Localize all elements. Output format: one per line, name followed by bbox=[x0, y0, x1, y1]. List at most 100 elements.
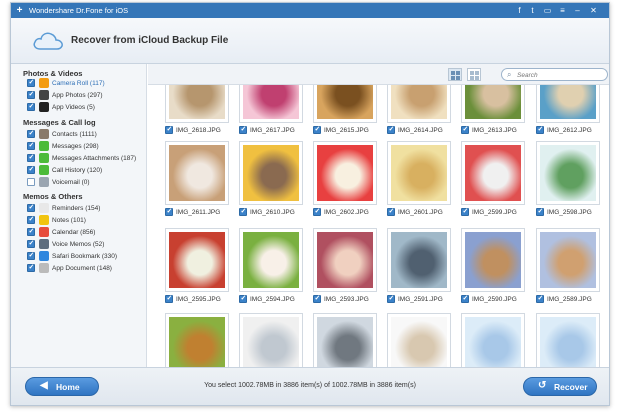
photo-checkbox[interactable] bbox=[461, 294, 469, 303]
sidebar-item[interactable]: Voice Memos (52) bbox=[27, 239, 145, 250]
photo-item[interactable]: IMG_2595.JPG bbox=[165, 228, 237, 314]
photo-thumbnail[interactable] bbox=[387, 141, 451, 205]
sidebar-checkbox[interactable] bbox=[27, 203, 35, 212]
photo-thumbnail[interactable] bbox=[165, 85, 229, 123]
sidebar-checkbox[interactable] bbox=[27, 165, 35, 174]
sidebar-item[interactable]: Messages (298) bbox=[27, 141, 145, 152]
search-input[interactable] bbox=[517, 70, 605, 80]
photo-item[interactable]: IMG_2610.JPG bbox=[239, 141, 311, 227]
sidebar-checkbox[interactable] bbox=[27, 239, 35, 248]
sidebar-checkbox[interactable] bbox=[27, 102, 35, 111]
photo-item[interactable] bbox=[536, 313, 608, 367]
photo-checkbox[interactable] bbox=[461, 207, 469, 216]
photo-item[interactable]: IMG_2602.JPG bbox=[313, 141, 385, 227]
recover-button[interactable]: ↺ Recover bbox=[523, 377, 597, 396]
home-button[interactable]: ◀ Home bbox=[25, 377, 99, 396]
photo-thumbnail[interactable] bbox=[387, 313, 451, 367]
photo-thumbnail[interactable] bbox=[461, 85, 525, 123]
chat-icon[interactable]: ▭ bbox=[543, 6, 552, 15]
minimize-icon[interactable]: – bbox=[573, 6, 582, 15]
photo-checkbox[interactable] bbox=[313, 294, 321, 303]
photo-checkbox[interactable] bbox=[536, 294, 544, 303]
photo-thumbnail[interactable] bbox=[165, 228, 229, 292]
sidebar-item[interactable]: App Document (148) bbox=[27, 263, 145, 274]
photo-item[interactable] bbox=[165, 313, 237, 367]
sidebar-item[interactable]: Call History (120) bbox=[27, 165, 145, 176]
sidebar-checkbox[interactable] bbox=[27, 78, 35, 87]
photo-item[interactable]: IMG_2593.JPG bbox=[313, 228, 385, 314]
photo-item[interactable]: IMG_2589.JPG bbox=[536, 228, 608, 314]
photo-checkbox[interactable] bbox=[313, 207, 321, 216]
photo-thumbnail[interactable] bbox=[536, 313, 600, 367]
sidebar-item[interactable]: Safari Bookmark (330) bbox=[27, 251, 145, 262]
photo-checkbox[interactable] bbox=[461, 125, 469, 134]
photo-item[interactable]: IMG_2599.JPG bbox=[461, 141, 533, 227]
sidebar-checkbox[interactable] bbox=[27, 90, 35, 99]
photo-item[interactable] bbox=[461, 313, 533, 367]
photo-thumbnail[interactable] bbox=[461, 228, 525, 292]
photo-item[interactable]: IMG_2612.JPG bbox=[536, 85, 608, 145]
sidebar-checkbox[interactable] bbox=[27, 153, 35, 162]
photo-thumbnail[interactable] bbox=[461, 141, 525, 205]
photo-thumbnail[interactable] bbox=[536, 141, 600, 205]
list-view-button[interactable] bbox=[467, 68, 481, 81]
photo-checkbox[interactable] bbox=[239, 207, 247, 216]
sidebar-item[interactable]: Reminders (154) bbox=[27, 203, 145, 214]
photo-thumbnail[interactable] bbox=[536, 228, 600, 292]
photo-thumbnail[interactable] bbox=[165, 313, 229, 367]
menu-icon[interactable]: ≡ bbox=[558, 6, 567, 15]
photo-thumbnail[interactable] bbox=[387, 85, 451, 123]
sidebar-checkbox[interactable] bbox=[27, 251, 35, 260]
sidebar-checkbox[interactable] bbox=[27, 141, 35, 150]
sidebar-item[interactable]: Voicemail (0) bbox=[27, 177, 145, 188]
photo-thumbnail[interactable] bbox=[165, 141, 229, 205]
photo-checkbox[interactable] bbox=[387, 207, 395, 216]
sidebar-item[interactable]: App Photos (297) bbox=[27, 90, 145, 101]
photo-checkbox[interactable] bbox=[313, 125, 321, 134]
photo-thumbnail[interactable] bbox=[239, 313, 303, 367]
photo-checkbox[interactable] bbox=[239, 294, 247, 303]
photo-checkbox[interactable] bbox=[387, 125, 395, 134]
photo-item[interactable]: IMG_2594.JPG bbox=[239, 228, 311, 314]
photo-thumbnail[interactable] bbox=[536, 85, 600, 123]
photo-checkbox[interactable] bbox=[165, 294, 173, 303]
photo-thumbnail[interactable] bbox=[461, 313, 525, 367]
photo-thumbnail[interactable] bbox=[313, 141, 377, 205]
sidebar-checkbox[interactable] bbox=[27, 129, 35, 138]
photo-checkbox[interactable] bbox=[387, 294, 395, 303]
photo-item[interactable]: IMG_2591.JPG bbox=[387, 228, 459, 314]
sidebar-item[interactable]: App Videos (5) bbox=[27, 102, 145, 113]
photo-item[interactable]: IMG_2618.JPG bbox=[165, 85, 237, 145]
photo-checkbox[interactable] bbox=[165, 125, 173, 134]
sidebar-item[interactable]: Camera Roll (117) bbox=[27, 78, 145, 89]
photo-item[interactable]: IMG_2617.JPG bbox=[239, 85, 311, 145]
sidebar-checkbox[interactable] bbox=[27, 227, 35, 236]
sidebar-item[interactable]: Contacts (1111) bbox=[27, 129, 145, 140]
sidebar-checkbox[interactable] bbox=[27, 215, 35, 224]
sidebar-item[interactable]: Calendar (856) bbox=[27, 227, 145, 238]
photo-item[interactable] bbox=[239, 313, 311, 367]
photo-thumbnail[interactable] bbox=[387, 228, 451, 292]
sidebar-item[interactable]: Messages Attachments (187) bbox=[27, 153, 145, 164]
photo-item[interactable]: IMG_2613.JPG bbox=[461, 85, 533, 145]
photo-item[interactable]: IMG_2611.JPG bbox=[165, 141, 237, 227]
photo-thumbnail[interactable] bbox=[313, 85, 377, 123]
twitter-icon[interactable]: t bbox=[528, 6, 537, 15]
photo-thumbnail[interactable] bbox=[239, 228, 303, 292]
photo-checkbox[interactable] bbox=[165, 207, 173, 216]
photo-checkbox[interactable] bbox=[239, 125, 247, 134]
photo-thumbnail[interactable] bbox=[313, 313, 377, 367]
close-icon[interactable]: ✕ bbox=[589, 6, 598, 15]
photo-thumbnail[interactable] bbox=[239, 85, 303, 123]
photo-item[interactable]: IMG_2598.JPG bbox=[536, 141, 608, 227]
photo-thumbnail[interactable] bbox=[239, 141, 303, 205]
photo-item[interactable]: IMG_2590.JPG bbox=[461, 228, 533, 314]
photo-item[interactable]: IMG_2601.JPG bbox=[387, 141, 459, 227]
photo-thumbnail[interactable] bbox=[313, 228, 377, 292]
photo-checkbox[interactable] bbox=[536, 125, 544, 134]
facebook-icon[interactable]: f bbox=[515, 6, 524, 15]
sidebar-checkbox[interactable] bbox=[27, 263, 35, 272]
sidebar-checkbox[interactable] bbox=[27, 178, 35, 186]
sidebar-item[interactable]: Notes (101) bbox=[27, 215, 145, 226]
grid-view-button[interactable] bbox=[448, 68, 462, 81]
